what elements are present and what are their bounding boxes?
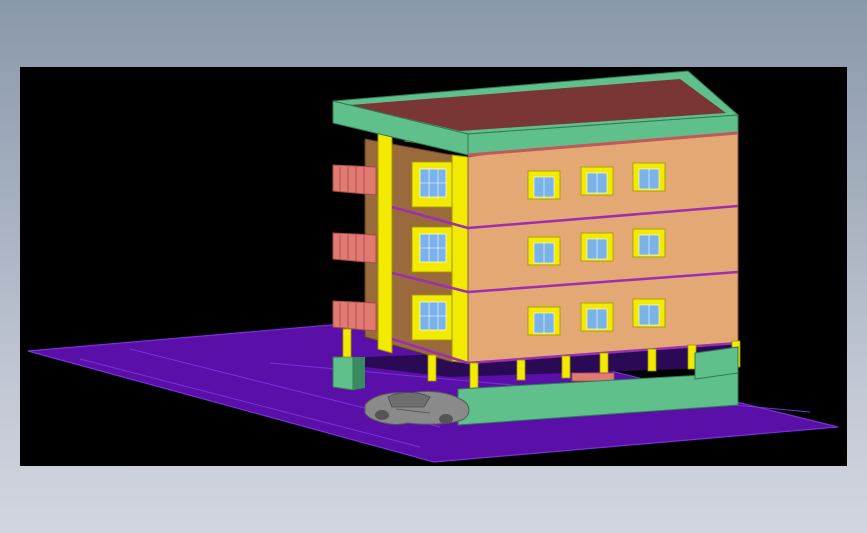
- corner-column: [451, 154, 469, 364]
- cad-application-window: [0, 0, 867, 533]
- car-model-icon: [364, 390, 470, 425]
- stair-landing: [571, 372, 615, 382]
- boundary-wall-left: [332, 356, 354, 391]
- boundary-wall-end: [694, 346, 739, 380]
- balcony-1: [332, 164, 377, 196]
- balconies: [332, 164, 377, 332]
- balcony-3: [332, 300, 377, 332]
- balcony-2: [332, 232, 377, 264]
- 3d-model-viewport[interactable]: [20, 67, 847, 466]
- side-windows: [419, 168, 447, 331]
- building-3d-model: [27, 70, 839, 463]
- staircase-pilaster: [377, 114, 393, 354]
- boundary-wall-left-inner: [353, 357, 365, 390]
